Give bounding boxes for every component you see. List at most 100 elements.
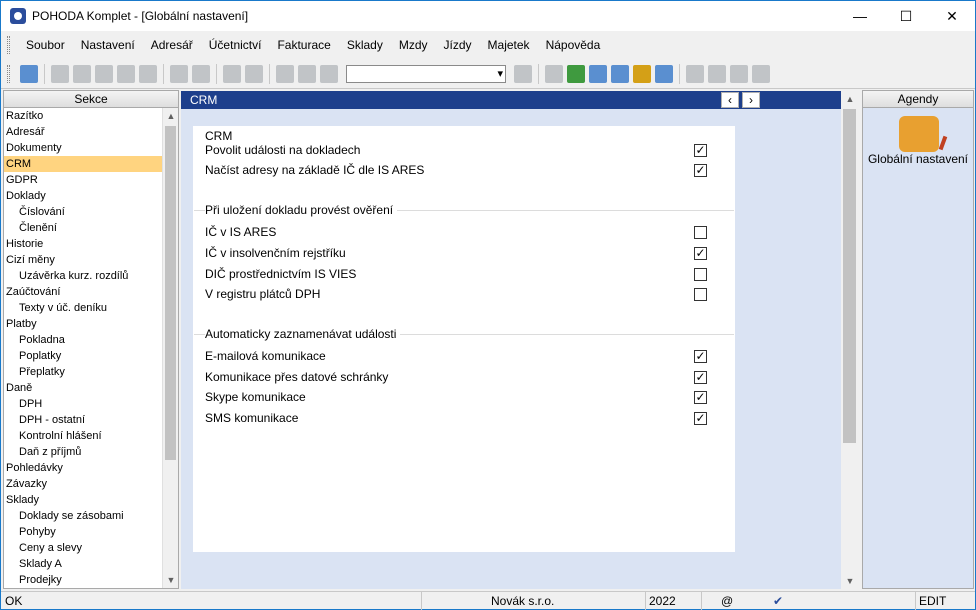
back-arrow-icon[interactable] [223,64,241,83]
scroll-thumb[interactable] [843,109,856,443]
row-label: V registru plátců DPH [205,287,321,301]
sekce-item[interactable]: Razítko [4,108,178,124]
menu-jizdy[interactable]: Jízdy [436,38,480,52]
filter-combobox[interactable] [346,64,506,83]
calculator-icon[interactable] [611,64,629,83]
sekce-item[interactable]: Daně [4,380,178,396]
checkbox-ic-insolvence[interactable] [694,247,707,260]
help-icon[interactable] [752,64,770,83]
sekce-item[interactable]: Prodejky [4,572,178,588]
sekce-items: Razítko Adresář Dokumenty CRM GDPR Doklady Čís… [4,108,178,588]
menu-majetek[interactable]: Majetek [480,38,538,52]
toolbar-separator [679,63,680,84]
sekce-item[interactable]: Dokumenty [4,140,178,156]
status-mode: EDIT [919,594,947,608]
menu-adresar[interactable]: Adresář [143,38,201,52]
crm-scrollbar[interactable]: ▲ ▼ [841,91,859,589]
settings-icon[interactable] [245,64,263,83]
preview-icon[interactable] [95,64,113,83]
menu-nastaveni[interactable]: Nastavení [73,38,143,52]
check-icon[interactable] [192,64,210,83]
sekce-item[interactable]: Pokladna [4,332,178,348]
status-text: OK [5,594,23,608]
sekce-item[interactable]: Poplatky [4,348,178,364]
row-label: IČ v insolvenčním rejstříku [205,246,346,260]
sekce-item[interactable]: GDPR [4,172,178,188]
print-icon[interactable] [117,64,135,83]
banknote-icon[interactable] [567,64,585,83]
sekce-item[interactable]: Doklady [4,188,178,204]
scroll-down-icon[interactable]: ▼ [163,572,178,588]
menu-soubor[interactable]: Soubor [18,38,73,52]
scroll-down-icon[interactable]: ▼ [841,573,859,589]
menu-fakturace[interactable]: Fakturace [269,38,338,52]
agenda-item-label[interactable]: Globální nastavení [863,152,973,166]
checkbox-sms[interactable] [694,412,707,425]
next-button[interactable]: › [742,92,760,108]
sekce-item[interactable]: CRM [4,156,178,172]
filter-icon[interactable] [514,64,532,83]
toolbar-grip [7,64,10,83]
sekce-item[interactable]: Doklady se zásobami [4,508,178,524]
checkbox-dic-vies[interactable] [694,268,707,281]
crm-panel: CRM Povolit události na dokladech Načíst… [181,109,859,589]
checkbox-email[interactable] [694,350,707,363]
sekce-item[interactable]: Zaúčtování [4,284,178,300]
printer-icon[interactable] [139,64,157,83]
document-icon[interactable] [170,64,188,83]
table-icon[interactable] [730,64,748,83]
save-icon[interactable] [276,64,294,83]
message-icon[interactable] [686,64,704,83]
folder-icon[interactable] [545,64,563,83]
sekce-item[interactable]: Sklady A [4,556,178,572]
sekce-item[interactable]: Platby [4,316,178,332]
sekce-item[interactable]: Ceny a slevy [4,540,178,556]
menu-ucetnictvi[interactable]: Účetnictví [201,38,270,52]
list-icon[interactable] [708,64,726,83]
copy-icon[interactable] [51,64,69,83]
sekce-item[interactable]: Uzávěrka kurz. rozdílů [4,268,178,284]
minimize-button[interactable]: — [837,1,883,31]
save-as-icon[interactable] [298,64,316,83]
exit-icon[interactable] [20,64,38,83]
checkbox-ic-ares[interactable] [694,226,707,239]
checkbox-skype[interactable] [694,391,707,404]
sekce-item[interactable]: Pohledávky [4,460,178,476]
sekce-item[interactable]: Adresář [4,124,178,140]
iban-icon[interactable] [655,64,673,83]
sekce-item[interactable]: Cizí měny [4,252,178,268]
sekce-item[interactable]: Kontrolní hlášení [4,428,178,444]
sekce-item[interactable]: Pohyby [4,524,178,540]
scroll-up-icon[interactable]: ▲ [841,91,859,107]
close-button[interactable]: ✕ [929,1,975,31]
sekce-item[interactable]: Daň z příjmů [4,444,178,460]
menu-sklady[interactable]: Sklady [339,38,391,52]
calendar-icon[interactable] [589,64,607,83]
coins-icon[interactable] [633,64,651,83]
sekce-item[interactable]: Přeplatky [4,364,178,380]
checkbox-datove-schranky[interactable] [694,371,707,384]
sekce-item[interactable]: Závazky [4,476,178,492]
checkbox-povolit-udalosti[interactable] [694,144,707,157]
sekce-item[interactable]: Sklady [4,492,178,508]
sekce-item[interactable]: Členění [4,220,178,236]
new-record-icon[interactable] [73,64,91,83]
checkbox-nacist-adresy[interactable] [694,164,707,177]
row-label: E-mailová komunikace [205,349,326,363]
sekce-item[interactable]: DPH [4,396,178,412]
scroll-up-icon[interactable]: ▲ [163,108,178,124]
global-settings-icon[interactable] [899,116,939,152]
prev-button[interactable]: ‹ [721,92,739,108]
checkbox-registr-dph[interactable] [694,288,707,301]
sekce-item[interactable]: DPH - ostatní [4,412,178,428]
scroll-thumb[interactable] [165,126,176,460]
maximize-button[interactable]: ☐ [883,1,929,31]
sekce-item[interactable]: Texty v úč. deníku [4,300,178,316]
menu-napoveda[interactable]: Nápověda [538,38,609,52]
sekce-scrollbar[interactable]: ▲ ▼ [162,108,178,588]
sekce-item[interactable]: Historie [4,236,178,252]
menu-mzdy[interactable]: Mzdy [391,38,436,52]
sekce-item[interactable]: Číslování [4,204,178,220]
clipboard-icon[interactable] [320,64,338,83]
row-label: SMS komunikace [205,411,299,425]
